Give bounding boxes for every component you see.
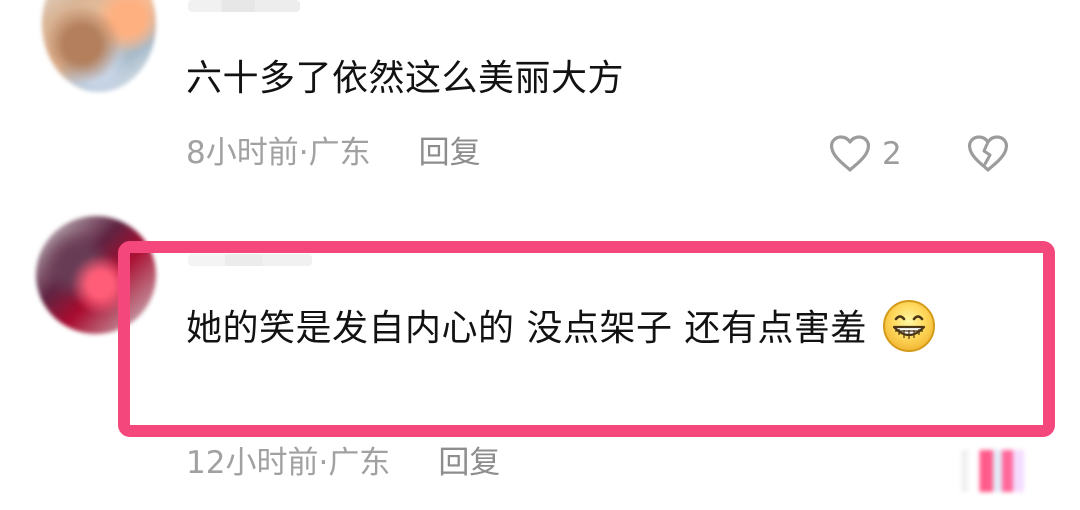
comment-location: 广东: [308, 135, 371, 171]
comment-text: 六十多了依然这么美丽大方: [186, 58, 625, 99]
avatar[interactable]: [42, 0, 156, 92]
comment-time: 8小时前: [186, 135, 299, 171]
like-count: 2: [882, 136, 902, 172]
comment-body: 她的笑是发自内心的 没点架子 还有点害羞: [186, 308, 867, 349]
watermark-artifact: [948, 450, 1060, 492]
comment-location: 广东: [328, 445, 391, 481]
meta-separator: ·: [318, 445, 329, 481]
grinning-face-icon: [881, 298, 937, 354]
reply-button[interactable]: 回复: [419, 138, 481, 169]
comment-meta: 8小时前 · 广东 回复: [186, 138, 481, 169]
like-button[interactable]: 2: [826, 132, 902, 176]
broken-heart-icon[interactable]: [964, 132, 1012, 176]
blurred-username: [188, 0, 300, 12]
comment-text: 她的笑是发自内心的 没点架子 还有点害羞: [186, 300, 1046, 358]
comment-time: 12小时前: [186, 445, 319, 481]
meta-separator: ·: [298, 135, 309, 171]
comment-actions: 2: [826, 132, 1012, 176]
heart-icon: [826, 132, 874, 176]
comment-meta: 12小时前 · 广东 回复: [186, 448, 500, 479]
reply-button[interactable]: 回复: [438, 448, 500, 479]
